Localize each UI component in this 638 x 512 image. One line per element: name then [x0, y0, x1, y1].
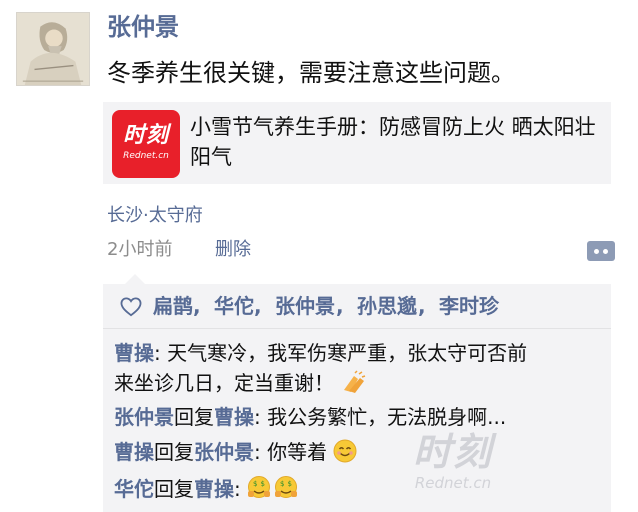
comment-text: 我公务繁忙，无法脱身啊... — [267, 405, 507, 429]
smile-emoji — [333, 439, 357, 463]
svg-text:$: $ — [253, 480, 257, 488]
reply-word: 回复 — [154, 440, 194, 464]
comment-text: 来坐诊几日，定当重谢！ — [114, 371, 334, 395]
greedy-emoji-icon: $ $ $ $ — [248, 476, 298, 498]
logo-main-text: 时刻 — [122, 123, 169, 148]
commenter-name[interactable]: 曹操 — [114, 341, 154, 365]
comment-colon: : — [234, 477, 248, 501]
liker-separator: , — [336, 294, 344, 318]
delete-button[interactable]: 删除 — [215, 237, 251, 263]
commenter-name[interactable]: 张仲景 — [114, 405, 174, 429]
comment-menu-icon[interactable] — [587, 241, 615, 261]
comment-item-continued[interactable]: 来坐诊几日，定当重谢！ — [114, 368, 368, 398]
clapping-hands-emoji — [344, 370, 366, 393]
comment-text: 你等着 — [267, 440, 328, 464]
liker-separator: , — [418, 294, 426, 318]
comment-colon: : — [254, 440, 268, 464]
reply-target-name[interactable]: 张仲景 — [194, 440, 254, 464]
post-text: 冬季养生很关键，需要注意这些问题。 — [107, 59, 515, 87]
comment-item[interactable]: 张仲景回复曹操: 我公务繁忙，无法脱身啊... — [114, 402, 506, 432]
liker-name[interactable]: 华佗 — [214, 292, 254, 320]
comment-colon: : — [154, 341, 168, 365]
heart-outline-icon — [120, 297, 142, 317]
location-link[interactable]: 长沙·太守府 — [107, 203, 203, 229]
author-avatar[interactable] — [16, 12, 90, 86]
liker-name[interactable]: 张仲景 — [275, 292, 335, 320]
svg-text:$: $ — [280, 480, 284, 488]
reply-target-name[interactable]: 曹操 — [214, 405, 254, 429]
svg-text:$: $ — [288, 480, 292, 488]
author-name[interactable]: 张仲景 — [107, 10, 179, 44]
liker-name[interactable]: 李时珍 — [439, 292, 499, 320]
shared-link-card[interactable]: 时刻 Rednet.cn 小雪节气养生手册：防感冒防上火 晒太阳壮阳气 — [103, 102, 611, 184]
comment-colon: : — [254, 405, 268, 429]
likes-row: 扁鹊 , 华佗 , 张仲景 , 孙思邈 , 李时珍 — [103, 284, 611, 329]
comment-item[interactable]: 华佗回复曹操: $ $ $ $ — [114, 474, 299, 504]
comment-item[interactable]: 曹操: 天气寒冷，我军伤寒严重，张太守可否前 — [114, 338, 527, 368]
svg-text:$: $ — [261, 480, 265, 488]
liker-name[interactable]: 扁鹊 — [153, 292, 193, 320]
rednet-logo-icon: 时刻 Rednet.cn — [112, 110, 180, 178]
commenter-name[interactable]: 曹操 — [114, 440, 154, 464]
liker-separator: , — [193, 294, 201, 318]
liker-name[interactable]: 孙思邈 — [357, 292, 417, 320]
link-title: 小雪节气养生手册：防感冒防上火 晒太阳壮阳气 — [190, 115, 596, 169]
comment-text: 天气寒冷，我军伤寒严重，张太守可否前 — [167, 341, 528, 365]
liker-separator: , — [254, 294, 262, 318]
reply-word: 回复 — [174, 405, 214, 429]
portrait-avatar-icon — [17, 13, 89, 85]
post-time: 2小时前 — [107, 239, 173, 260]
reply-target-name[interactable]: 曹操 — [194, 477, 234, 501]
comment-item[interactable]: 曹操回复张仲景: 你等着 — [114, 437, 357, 467]
commenter-name[interactable]: 华佗 — [114, 477, 154, 501]
logo-sub-text: Rednet.cn — [123, 151, 169, 161]
rednet-watermark: 时刻 Rednet.cn — [398, 430, 508, 508]
interaction-panel: 扁鹊 , 华佗 , 张仲景 , 孙思邈 , 李时珍 曹操: 天气寒冷，我军伤寒严… — [103, 274, 611, 512]
watermark-sub: Rednet.cn — [414, 474, 492, 492]
watermark-main: 时刻 — [412, 430, 493, 474]
reply-word: 回复 — [154, 477, 194, 501]
